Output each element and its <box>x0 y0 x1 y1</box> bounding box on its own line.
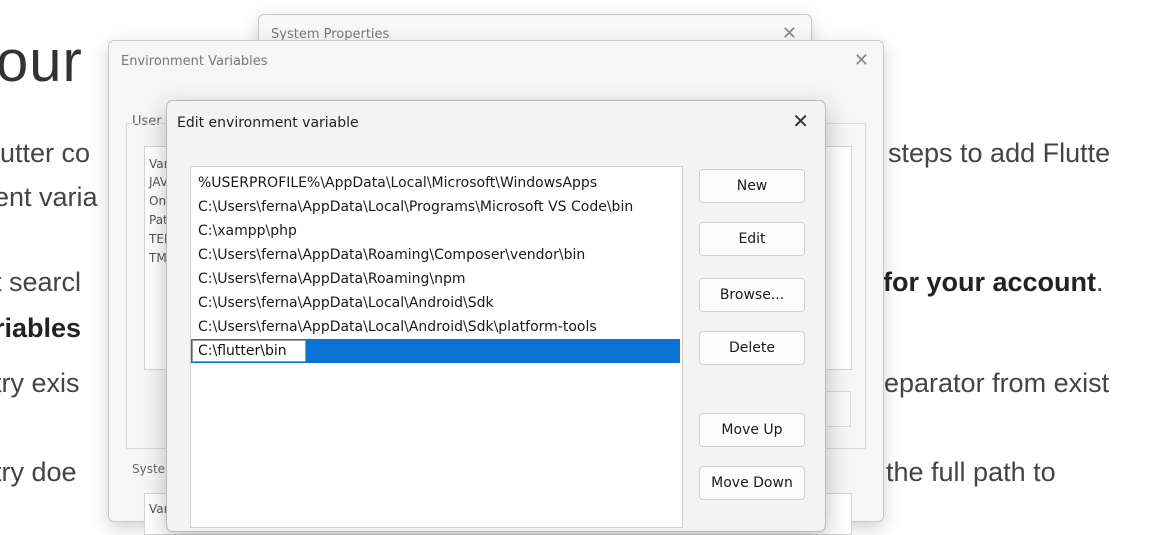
path-text: C:\Users\ferna\AppData\Local\Android\Sdk <box>198 295 494 311</box>
user-var-row[interactable]: TEI <box>149 232 167 246</box>
move-up-button[interactable]: Move Up <box>699 413 805 447</box>
path-text: C:\xampp\php <box>198 223 297 239</box>
article-period: . <box>1096 267 1104 297</box>
edit-environment-variable-dialog: Edit environment variable ✕ %USERPROFILE… <box>166 100 826 532</box>
close-icon[interactable]: ✕ <box>854 50 869 71</box>
article-line-3-left: t searcl <box>0 267 82 297</box>
article-line-1-left: lutter co <box>0 138 91 168</box>
article-bold-account: for your account <box>883 267 1097 297</box>
path-text: %USERPROFILE%\AppData\Local\Microsoft\Wi… <box>198 175 598 191</box>
edit-button[interactable]: Edit <box>699 222 805 256</box>
environment-variables-title: Environment Variables <box>121 54 268 69</box>
dialog-title: Edit environment variable <box>177 115 359 131</box>
article-line-4-left: riables <box>0 313 81 344</box>
new-button[interactable]: New <box>699 169 805 203</box>
user-var-row[interactable]: TM <box>149 251 167 265</box>
article-line-6-left: try doe <box>0 457 77 487</box>
path-text: C:\Users\ferna\AppData\Roaming\npm <box>198 271 466 287</box>
path-list[interactable]: %USERPROFILE%\AppData\Local\Microsoft\Wi… <box>190 166 683 528</box>
article-line-6-right: the full path to <box>886 457 1056 487</box>
browse-button[interactable]: Browse... <box>699 278 805 312</box>
article-line-5-right: eparator from exist <box>884 368 1110 398</box>
path-list-item[interactable]: C:\xampp\php <box>191 219 680 243</box>
path-list-item[interactable]: C:\Users\ferna\AppData\Local\Android\Sdk… <box>191 315 680 339</box>
move-down-button[interactable]: Move Down <box>699 466 805 500</box>
article-line-3-right: for your account. <box>883 267 1104 298</box>
system-variables-label: Syste <box>132 462 166 476</box>
article-heading: our <box>0 29 83 94</box>
article-line-5-left: try exis <box>0 368 80 398</box>
path-list-item[interactable]: %USERPROFILE%\AppData\Local\Microsoft\Wi… <box>191 171 680 195</box>
user-var-row[interactable]: Pat <box>149 213 168 227</box>
close-icon[interactable]: ✕ <box>792 109 809 133</box>
path-list-item[interactable]: C:\Users\ferna\AppData\Roaming\npm <box>191 267 680 291</box>
path-text: C:\Users\ferna\AppData\Roaming\Composer\… <box>198 247 586 263</box>
article-line-1-right: steps to add Flutte <box>888 138 1111 168</box>
path-list-item-selected[interactable]: C:\flutter\bin <box>191 339 680 363</box>
path-list-item[interactable]: C:\Users\ferna\AppData\Local\Android\Sdk <box>191 291 680 315</box>
path-text: C:\Users\ferna\AppData\Local\Programs\Mi… <box>198 199 634 215</box>
article-line-2-left: ent varia <box>0 182 98 212</box>
path-list-item[interactable]: C:\Users\ferna\AppData\Local\Programs\Mi… <box>191 195 680 219</box>
article-bold-variables: riables <box>0 313 82 343</box>
path-edit-field[interactable]: C:\flutter\bin <box>192 340 306 362</box>
user-var-row[interactable]: On <box>149 194 166 208</box>
delete-button[interactable]: Delete <box>699 331 805 365</box>
path-list-item[interactable]: C:\Users\ferna\AppData\Roaming\Composer\… <box>191 243 680 267</box>
path-text: C:\Users\ferna\AppData\Local\Android\Sdk… <box>198 319 597 335</box>
